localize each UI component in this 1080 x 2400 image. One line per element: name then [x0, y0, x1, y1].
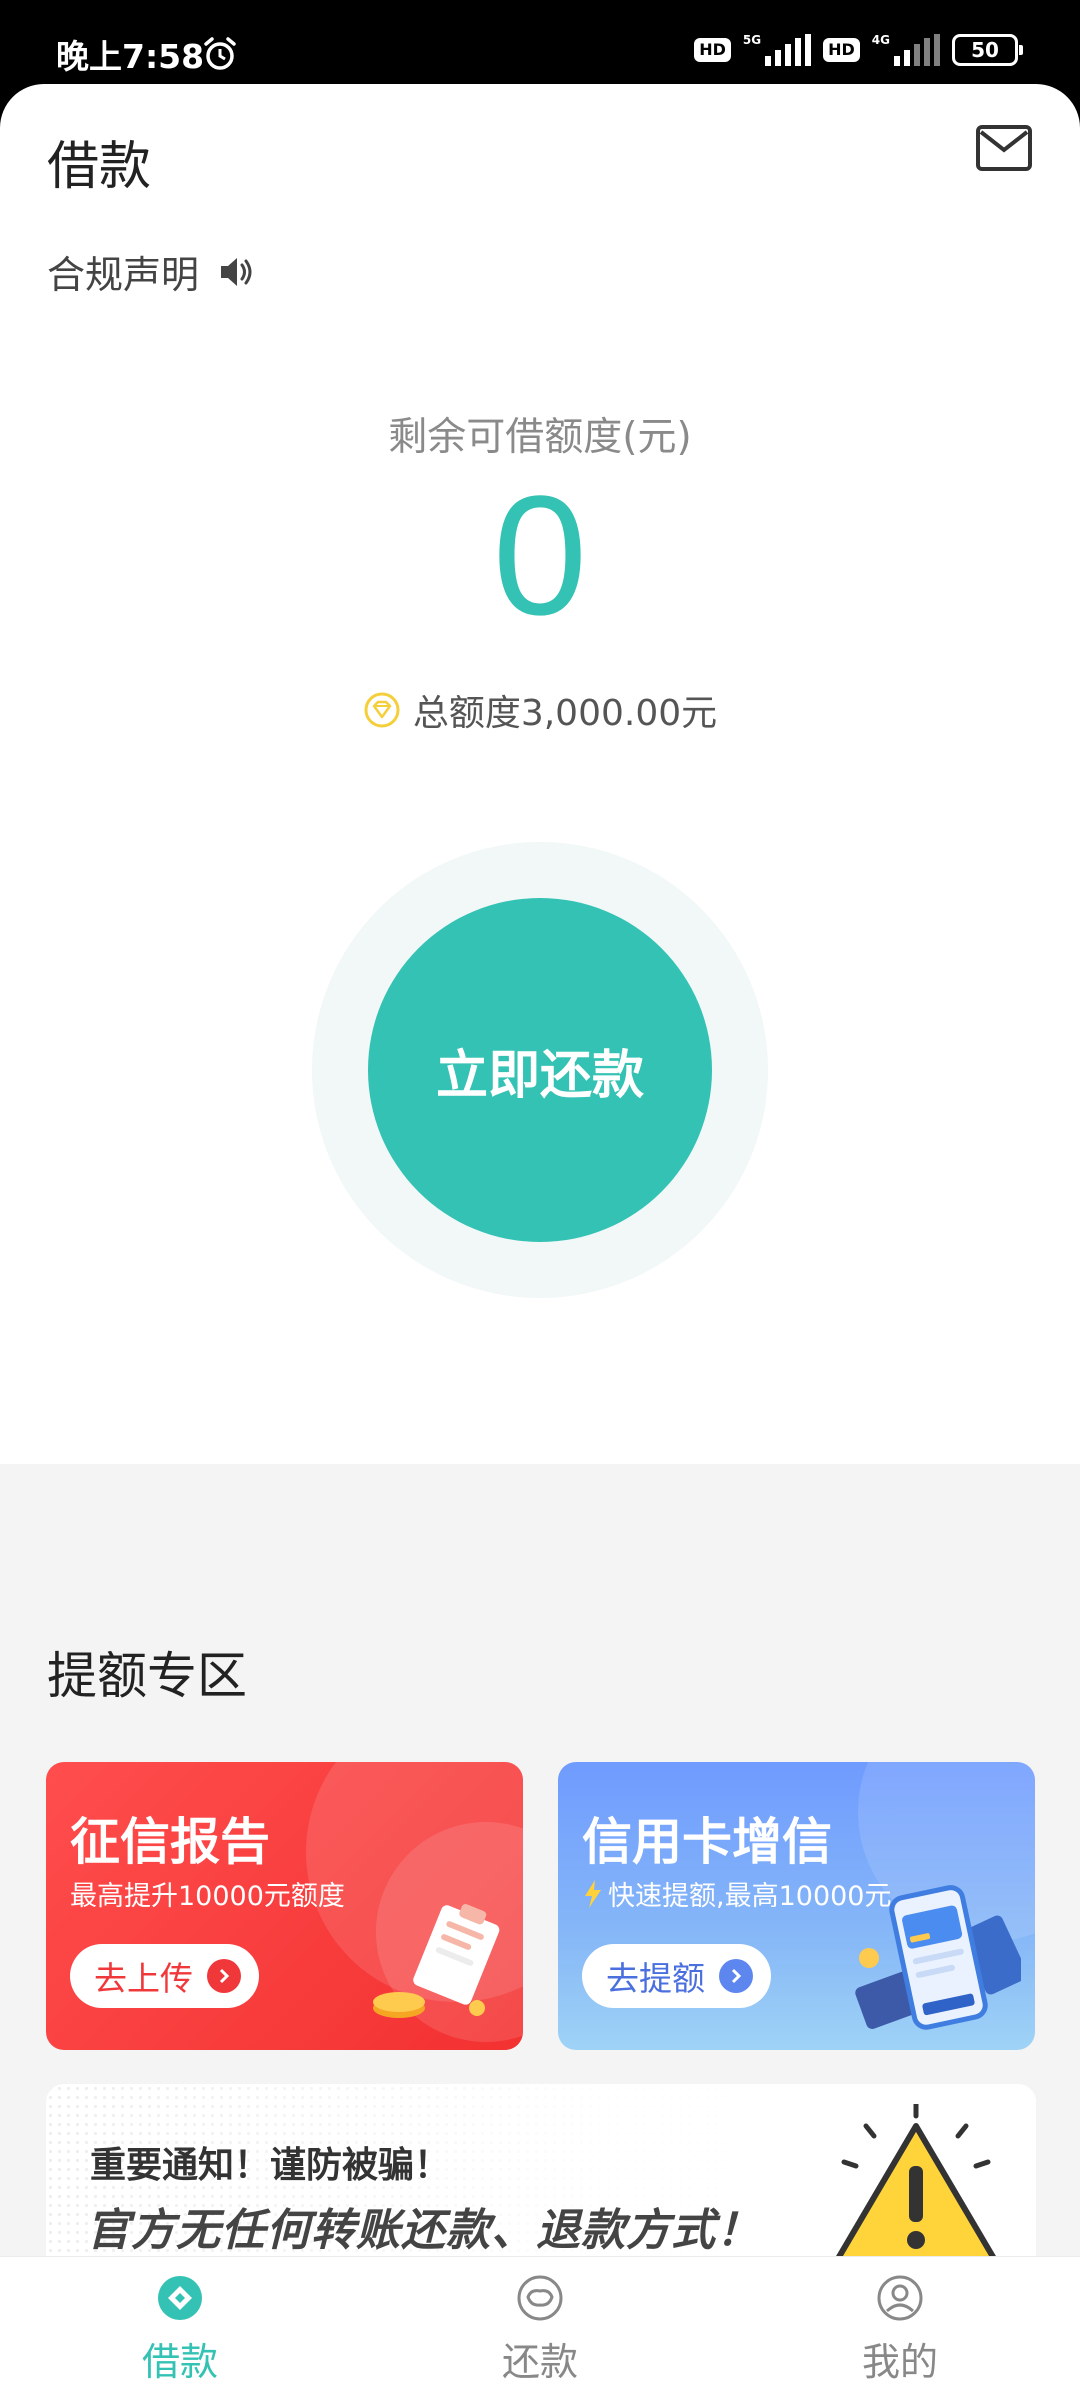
network-type-label: 5G: [742, 33, 762, 47]
upload-button-label: 去上传: [94, 1959, 193, 1998]
boost-limit-button-label: 去提额: [606, 1959, 705, 1998]
battery-icon: 50: [952, 34, 1023, 66]
banner-headline: 重要通知！谨防被骗！: [90, 2145, 451, 2186]
tab-repay[interactable]: 还款: [360, 2257, 720, 2400]
mail-icon[interactable]: [975, 124, 1033, 172]
status-indicators: HD 5G HD 4G 50: [694, 33, 1023, 66]
hd-badge: HD: [694, 38, 731, 62]
diamond-icon: [364, 692, 400, 728]
promo-section-title: 提额专区: [47, 1647, 247, 1705]
credit-report-title: 征信报告: [70, 1813, 270, 1871]
credit-report-subtitle: 最高提升10000元额度: [70, 1881, 345, 1912]
available-quota-label: 剩余可借额度(元): [388, 415, 692, 460]
tab-repay-label: 还款: [501, 2340, 578, 2384]
status-bar: 晚上7:58 HD 5G HD 4G 50: [0, 0, 1080, 90]
battery-level: 50: [971, 38, 999, 62]
bottom-navigation: 借款 还款 我的: [0, 2256, 1080, 2400]
chevron-right-icon: [719, 1959, 753, 1993]
lightning-icon: [585, 1879, 601, 1908]
speaker-icon: [221, 257, 252, 286]
profile-icon: [877, 2275, 923, 2321]
upload-button[interactable]: 去上传: [70, 1944, 259, 2008]
status-time: 晚上7:58: [56, 37, 205, 76]
available-quota-value: 0: [492, 461, 588, 651]
loan-icon: [158, 2276, 202, 2320]
credit-card-boost-title: 信用卡增信: [582, 1813, 832, 1871]
tab-profile-label: 我的: [861, 2340, 938, 2384]
credit-card-boost-subtitle-row: 快速提额,最高10000元: [582, 1874, 891, 1913]
banner-message: 官方无任何转账还款、退款方式！: [86, 2205, 761, 2256]
alarm-icon: [204, 37, 236, 70]
phone-card-illustration-icon: [855, 1885, 1021, 2030]
credit-card-boost-subtitle: 快速提额,最高10000元: [608, 1881, 892, 1912]
compliance-notice-text: 合规声明: [47, 253, 200, 297]
boost-limit-button[interactable]: 去提额: [582, 1944, 771, 2008]
app-screen: 借款 合规声明 剩余可借额度(元) 0 总额度3,000.00元 立即还款 提额…: [0, 84, 1080, 2400]
chevron-right-icon: [207, 1959, 241, 1993]
document-illustration-icon: [373, 1904, 500, 2018]
tab-loan-label: 借款: [141, 2340, 218, 2384]
compliance-notice[interactable]: 合规声明: [47, 244, 255, 299]
signal-strength-icon-2: [894, 34, 940, 66]
tab-loan[interactable]: 借款: [0, 2257, 360, 2400]
page-title: 借款: [47, 137, 152, 197]
repay-icon: [517, 2275, 563, 2321]
total-quota-row: 总额度3,000.00元: [0, 684, 1080, 736]
credit-card-boost-card[interactable]: 信用卡增信 快速提额,最高10000元 去提额: [558, 1762, 1035, 2050]
tab-profile[interactable]: 我的: [720, 2257, 1080, 2400]
hd-badge-2: HD: [823, 38, 860, 62]
total-quota-text: 总额度3,000.00元: [412, 693, 718, 734]
signal-strength-icon: [765, 34, 812, 66]
network-type-label-2: 4G: [871, 33, 890, 47]
repay-now-button[interactable]: 立即还款: [368, 898, 712, 1242]
credit-report-card[interactable]: 征信报告 最高提升10000元额度 去上传: [46, 1762, 523, 2050]
